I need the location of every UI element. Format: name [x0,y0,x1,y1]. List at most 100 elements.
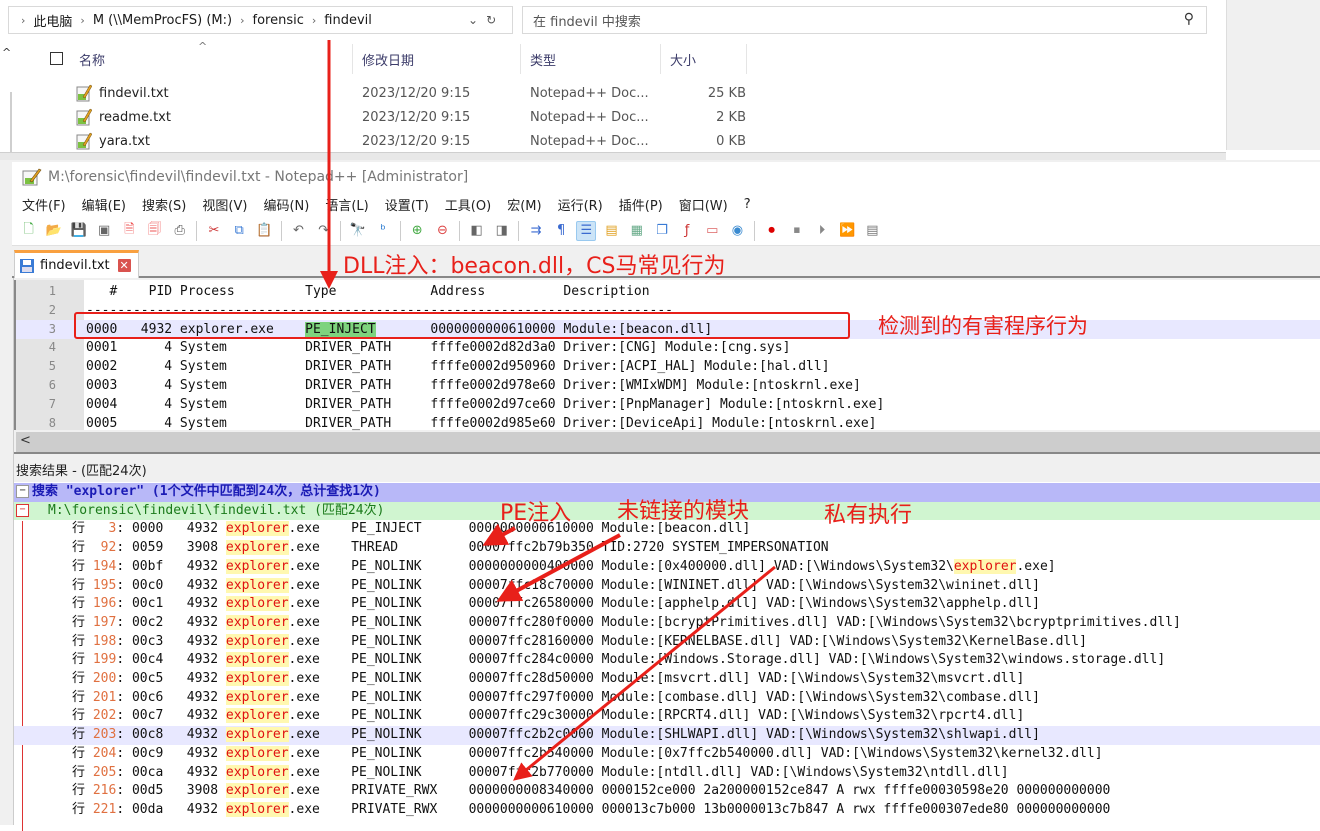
show-all-chars-icon[interactable]: ¶ [551,221,571,241]
menu-item[interactable]: 宏(M) [507,195,541,214]
find-results-panel[interactable]: − 搜索 "explorer" (1个文件中匹配到24次，总计查找1次) − M:\f… [14,482,1320,831]
breadcrumb-this-pc[interactable]: 此电脑 [33,11,72,30]
result-row[interactable]: 行 197: 00c2 4932 explorer.exe PE_NOLINK … [14,614,1320,633]
result-row[interactable]: 行 196: 00c1 4932 explorer.exe PE_NOLINK … [14,595,1320,614]
search-input[interactable]: 在 findevil 中搜索 ⚲ [522,6,1207,34]
indent-guide-icon[interactable]: ☰ [576,220,597,241]
file-row[interactable]: findevil.txt 2023/12/20 9:15 Notepad++ Doc… [0,82,1220,106]
redo-icon[interactable]: ↷ [314,221,334,241]
result-text: 行 198: 00c3 4932 explorer.exe PE_NOLINK … [72,633,1087,649]
search-icon[interactable]: ⚲ [1184,11,1194,27]
menu-item[interactable]: 运行(R) [558,195,603,214]
zoom-in-icon[interactable]: ⊕ [407,221,427,241]
copy-icon[interactable]: ⧉ [229,221,249,241]
result-row[interactable]: 行 200: 00c5 4932 explorer.exe PE_NOLINK … [14,670,1320,689]
menu-item[interactable]: 设置(T) [385,195,429,214]
close-tab-icon[interactable]: ✕ [117,259,131,272]
menu-item[interactable]: 视图(V) [202,195,247,214]
result-row[interactable]: 行 204: 00c9 4932 explorer.exe PE_NOLINK … [14,745,1320,764]
result-row[interactable]: 行 92: 0059 3908 explorer.exe THREAD 0000… [14,539,1320,558]
result-line-number: 92 [100,540,117,556]
tab-label: findevil.txt [40,258,110,273]
fold-toggle-icon[interactable]: − [16,503,29,517]
result-row[interactable]: 行 203: 00c8 4932 explorer.exe PE_NOLINK … [14,726,1320,745]
select-all-checkbox[interactable] [50,52,63,65]
result-row[interactable]: 行 216: 00d5 3908 explorer.exe PRIVATE_RW… [14,782,1320,801]
menu-item[interactable]: 窗口(W) [679,195,728,214]
print-icon[interactable]: ⎙ [170,221,190,241]
sync-horizontal-icon[interactable]: ◨ [492,221,512,241]
fold-toggle-icon[interactable]: − [16,485,29,498]
play-macro-icon[interactable]: ⏵ [812,221,832,241]
monitoring-icon[interactable]: ◉ [727,221,747,241]
function-list-icon[interactable]: ƒ [677,221,697,241]
undo-icon[interactable]: ↶ [288,221,308,241]
cut-icon[interactable]: ✂ [204,221,224,241]
pane-divider[interactable] [14,452,1320,460]
editor-line[interactable]: 5 0002 4 System DRIVER_PATH ffffe0002d950… [16,357,1320,376]
editor-line[interactable]: 8 0005 4 System DRIVER_PATH ffffe0002d985… [16,414,1320,433]
address-bar[interactable]: › 此电脑 › M (\\MemProcFS) (M:) › forensic … [8,6,513,34]
save-icon[interactable]: 💾 [69,221,89,241]
paste-icon[interactable]: 📋 [254,221,274,241]
record-macro-icon[interactable]: ⏺ [762,221,782,241]
stop-macro-icon[interactable]: ⏹ [787,221,807,241]
scroll-left-icon[interactable]: < [20,433,31,448]
menu-item[interactable]: 文件(F) [22,195,66,214]
result-row[interactable]: 行 198: 00c3 4932 explorer.exe PE_NOLINK … [14,633,1320,652]
doc-list-icon[interactable]: ❐ [652,221,672,241]
result-row[interactable]: 行 202: 00c7 4932 explorer.exe PE_NOLINK … [14,707,1320,726]
menu-item[interactable]: 语言(L) [325,195,368,214]
result-row[interactable]: 行 194: 00bf 4932 explorer.exe PE_NOLINK … [14,558,1320,577]
result-line-number: 221 [92,801,117,817]
new-file-icon[interactable]: 🗋 [19,221,39,241]
column-name[interactable]: 名称 [79,50,105,69]
column-type[interactable]: 类型 [530,50,556,69]
save-all-icon[interactable]: ▣ [94,221,114,241]
find-icon[interactable]: 🔭 [348,221,368,241]
file-row[interactable]: yara.txt 2023/12/20 9:15 Notepad++ Doc... 0… [0,130,1220,154]
column-size[interactable]: 大小 [670,50,696,69]
run-macro-multiple-icon[interactable]: ⏩ [837,221,857,241]
doc-map-icon[interactable]: ▦ [627,221,647,241]
window-edge [1226,0,1320,150]
editor-pane[interactable]: 1 # PID Process Type Address Description… [14,280,1320,433]
replace-icon[interactable]: ᵇ [373,221,393,241]
menu-item[interactable]: 工具(O) [445,195,491,214]
editor-line[interactable]: 4 0001 4 System DRIVER_PATH ffffe0002d82d… [16,338,1320,357]
dropdown-icon[interactable]: ⌄ [468,13,478,27]
zoom-out-icon[interactable]: ⊖ [432,221,452,241]
udl-icon[interactable]: ▤ [602,221,622,241]
editor-line[interactable]: 6 0003 4 System DRIVER_PATH ffffe0002d978… [16,376,1320,395]
file-row[interactable]: readme.txt 2023/12/20 9:15 Notepad++ Doc..… [0,106,1220,130]
close-all-icon[interactable]: 🗐 [145,221,165,241]
tab-findevil[interactable]: findevil.txt ✕ [14,250,139,278]
open-file-icon[interactable]: 📂 [44,221,64,241]
refresh-icon[interactable]: ↻ [486,13,496,27]
column-modified[interactable]: 修改日期 [362,50,414,69]
result-text: 行 221: 00da 4932 explorer.exe PRIVATE_RW… [72,801,1111,817]
sync-vertical-icon[interactable]: ◧ [467,221,487,241]
close-file-icon[interactable]: 🗎 [119,221,139,241]
editor-line[interactable]: 7 0004 4 System DRIVER_PATH ffffe0002d97c… [16,395,1320,414]
result-row[interactable]: 行 195: 00c0 4932 explorer.exe PE_NOLINK … [14,577,1320,596]
save-macro-icon[interactable]: ▤ [862,221,882,241]
breadcrumb-drive[interactable]: M (\\MemProcFS) (M:) [93,13,232,28]
editor-line[interactable]: 1 # PID Process Type Address Description [16,282,1320,301]
file-size: 2 KB [716,110,746,125]
folder-workspace-icon[interactable]: ▭ [702,221,722,241]
menu-item[interactable]: 编辑(E) [82,195,126,214]
word-wrap-icon[interactable]: ⇉ [526,221,546,241]
horizontal-scrollbar[interactable]: < [16,432,1320,452]
breadcrumb-findevil[interactable]: findevil [324,13,372,28]
result-row[interactable]: 行 221: 00da 4932 explorer.exe PRIVATE_RW… [14,801,1320,820]
breadcrumb-forensic[interactable]: forensic [253,13,304,28]
result-row[interactable]: 行 201: 00c6 4932 explorer.exe PE_NOLINK … [14,689,1320,708]
menu-item[interactable]: 搜索(S) [142,195,186,214]
menu-item[interactable]: 插件(P) [619,195,663,214]
menu-item[interactable]: 编码(N) [263,195,309,214]
result-row[interactable]: 行 205: 00ca 4932 explorer.exe PE_NOLINK … [14,764,1320,783]
result-row[interactable]: 行 199: 00c4 4932 explorer.exe PE_NOLINK … [14,651,1320,670]
menu-item[interactable]: ? [744,197,751,212]
keyword-match: explorer [225,764,289,780]
